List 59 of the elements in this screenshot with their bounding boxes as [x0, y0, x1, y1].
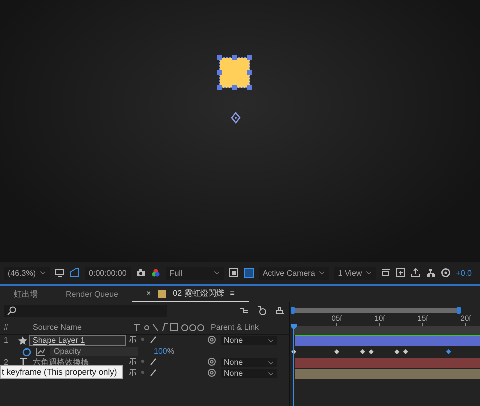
camera-dropdown[interactable]: Active Camera: [258, 266, 330, 280]
chevron-icon: [268, 338, 274, 344]
panel-tab[interactable]: Render Queue: [52, 287, 132, 301]
layout-icon[interactable]: [381, 268, 392, 278]
keyframe-icon[interactable]: [404, 350, 409, 354]
monitor-icon[interactable]: [55, 268, 66, 278]
color-channels-icon[interactable]: [150, 268, 161, 278]
pick-whip-icon[interactable]: [207, 334, 217, 344]
region-icon[interactable]: [228, 268, 239, 278]
fast-preview-icon[interactable]: [396, 268, 406, 278]
time-navigator[interactable]: [291, 307, 462, 314]
playhead[interactable]: [291, 324, 298, 406]
keyframe-icon[interactable]: [292, 350, 297, 354]
tab-label: 虹出場: [14, 288, 38, 300]
layer-switches-drawing[interactable]: [129, 335, 159, 344]
tooltip: t keyframe (This property only): [0, 365, 124, 379]
column-header: #: [3, 323, 10, 332]
keyframe-icon[interactable]: [334, 350, 340, 354]
chevron-icon: [366, 270, 372, 276]
property-name: Opacity: [50, 347, 138, 356]
chevron-icon: [319, 270, 326, 276]
star-icon: [18, 336, 28, 346]
close-icon[interactable]: ×: [146, 289, 152, 298]
graph-icon[interactable]: [36, 346, 46, 356]
tab-label: Render Queue: [66, 290, 118, 298]
column-header[interactable]: Source Name: [30, 323, 125, 332]
view-layout-dropdown[interactable]: 1 View: [334, 266, 376, 280]
shape-layer-drawing[interactable]: [218, 56, 252, 90]
exposure-value[interactable]: +0.0: [456, 268, 472, 278]
parent-dropdown[interactable]: None: [221, 369, 277, 378]
keyframe-icon[interactable]: [360, 350, 366, 354]
camera-icon[interactable]: [136, 268, 146, 278]
parent-dropdown[interactable]: None: [221, 358, 277, 367]
layer-switches-drawing[interactable]: [129, 368, 159, 377]
menu-icon[interactable]: ≡: [230, 289, 235, 298]
keyframe-icon[interactable]: [369, 350, 374, 354]
layer-number: 1: [4, 336, 8, 345]
search-icon: [7, 306, 17, 316]
layer-switches-drawing[interactable]: [129, 357, 159, 366]
tab-label: 02 霓虹燈閃爍: [173, 288, 224, 299]
exposure-icon[interactable]: [441, 268, 452, 278]
anchor-point-icon[interactable]: [231, 112, 241, 124]
chevron-icon: [214, 270, 220, 276]
panel-tab[interactable]: 虹出場: [0, 287, 52, 301]
timecode-field[interactable]: 0:00:00:00: [85, 266, 131, 280]
search-field[interactable]: [4, 304, 167, 316]
stopwatch-icon[interactable]: [22, 346, 32, 356]
composition-icon: [157, 288, 168, 298]
keyframe-icon[interactable]: [446, 350, 452, 354]
chevron-icon: [40, 270, 46, 276]
text-layer-icon: [20, 358, 26, 367]
property-value[interactable]: 100%: [142, 347, 174, 356]
keyframe-icon[interactable]: [395, 350, 400, 354]
layer-number: 2: [4, 358, 8, 367]
export-icon[interactable]: [411, 268, 422, 278]
parent-dropdown[interactable]: None: [221, 336, 277, 345]
resolution-dropdown[interactable]: Full: [166, 266, 224, 280]
column-header[interactable]: Parent & Link: [207, 323, 260, 332]
zoom-dropdown[interactable]: (46.3%): [4, 266, 50, 280]
